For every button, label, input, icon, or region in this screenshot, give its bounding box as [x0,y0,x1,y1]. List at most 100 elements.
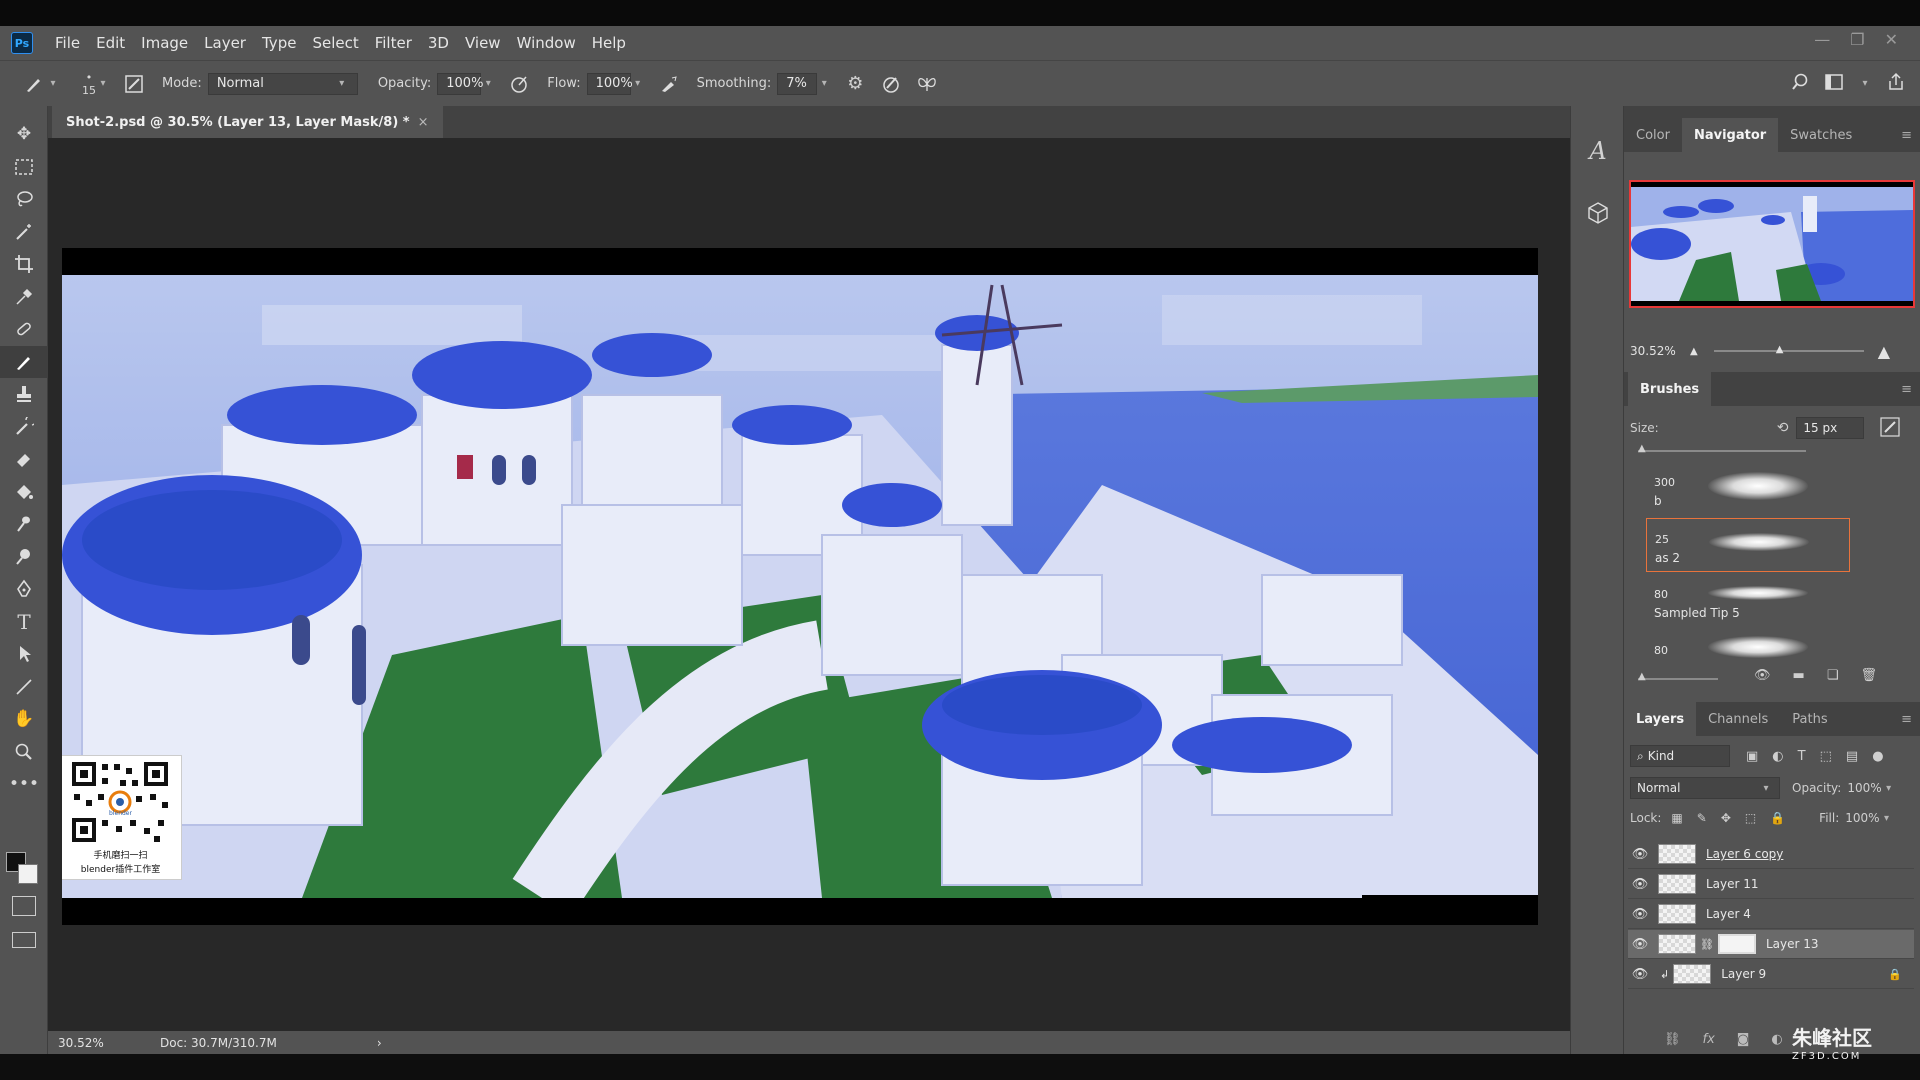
flow-input[interactable]: 100% [586,72,633,95]
brush-settings-icon[interactable] [122,72,146,96]
mode-select[interactable]: Normal ▾ [207,72,358,95]
menu-filter[interactable]: Filter [367,26,420,60]
workspace-icon[interactable] [1824,73,1844,95]
tab-navigator[interactable]: Navigator [1681,118,1779,152]
lock-transparent-icon[interactable]: ▦ [1671,811,1682,825]
brush-preset-selected[interactable]: 25 as 2 [1646,518,1850,572]
brush-picker-caret-icon[interactable]: ▾ [96,78,110,89]
menu-edit[interactable]: Edit [88,26,133,60]
slider-handle-icon[interactable]: ▲ [1776,344,1784,355]
add-mask-icon[interactable]: ◙ [1737,1032,1750,1047]
link-layers-icon[interactable]: ⛓ [1664,1032,1681,1047]
smoothing-caret-icon[interactable]: ▾ [817,78,831,89]
tab-paths[interactable]: Paths [1780,702,1839,736]
tab-swatches[interactable]: Swatches [1778,118,1864,152]
crop-tool-icon[interactable] [0,248,48,281]
screen-mode-icon[interactable] [12,932,36,948]
brush-preset[interactable]: 300 b [1646,462,1850,516]
tab-channels[interactable]: Channels [1696,702,1780,736]
menu-image[interactable]: Image [133,26,196,60]
visibility-eye-icon[interactable]: 👁 [1628,907,1652,922]
layer-row[interactable]: 👁 Layer 6 copy [1628,840,1914,869]
brush-tool-icon[interactable] [0,345,48,378]
new-brush-page-icon[interactable]: ❏ [1827,668,1839,683]
quick-mask-icon[interactable] [12,896,36,916]
hand-tool-icon[interactable]: ✋ [0,703,48,736]
smudge-tool-icon[interactable] [0,508,48,541]
filter-pixel-icon[interactable]: ▣ [1746,749,1758,764]
menu-type[interactable]: Type [254,26,304,60]
menu-select[interactable]: Select [304,26,366,60]
background-color-swatch[interactable] [18,864,38,884]
document-tab[interactable]: Shot-2.psd @ 30.5% (Layer 13, Layer Mask… [52,106,443,138]
zoom-out-icon[interactable]: ▲ [1690,346,1698,357]
zoom-in-icon[interactable]: ▲ [1878,342,1890,361]
smoothing-settings-gear-icon[interactable]: ⚙ [843,72,867,96]
brush-preview-size-slider[interactable]: ▲ [1638,671,1718,682]
dodge-tool-icon[interactable] [0,541,48,574]
status-zoom[interactable]: 30.52% [58,1036,128,1050]
tool-preset-caret-icon[interactable]: ▾ [46,78,60,89]
photoshop-logo[interactable]: Ps [11,32,33,54]
fill-caret-icon[interactable]: ▾ [1880,813,1894,824]
layer-opacity-value[interactable]: 100% [1847,781,1881,795]
menu-help[interactable]: Help [584,26,634,60]
filter-shape-icon[interactable]: ⬚ [1820,749,1832,764]
minimize-icon[interactable]: — [1814,30,1830,49]
layer-row-selected[interactable]: 👁 ⛓ Layer 13 [1628,930,1914,959]
symmetry-butterfly-icon[interactable] [915,72,939,96]
restore-icon[interactable]: ❐ [1850,30,1864,49]
layer-row[interactable]: 👁 Layer 11 [1628,870,1914,899]
brush-slider-handle-icon[interactable]: ▲ [1638,443,1646,454]
close-tab-icon[interactable]: × [418,115,429,130]
lock-artboard-icon[interactable]: ⬚ [1745,811,1756,825]
eraser-tool-icon[interactable] [0,443,48,476]
tab-color[interactable]: Color [1624,118,1682,152]
tab-brushes[interactable]: Brushes [1628,372,1712,406]
brush-preset[interactable]: 80 [1646,630,1850,666]
navigator-zoom-value[interactable]: 30.52% [1630,344,1686,358]
pressure-size-icon[interactable] [879,72,903,96]
new-brush-icon[interactable] [1880,416,1901,440]
mask-link-icon[interactable]: ⛓ [1700,938,1714,951]
panel-menu-icon[interactable]: ≡ [1901,128,1912,143]
type-tool-icon[interactable]: T [0,606,48,639]
visibility-eye-icon[interactable]: 👁 [1628,877,1652,892]
more-tools-icon[interactable]: ••• [0,768,48,801]
share-icon[interactable] [1886,72,1906,96]
eyedropper-tool-icon[interactable] [0,281,48,314]
layer-row[interactable]: 👁 ↲ Layer 9 🔒 [1628,960,1914,989]
brush-size-picker[interactable]: • 15 [82,71,96,97]
blend-mode-select[interactable]: Normal ▾ [1630,777,1780,799]
menu-view[interactable]: View [457,26,509,60]
lock-position-icon[interactable]: ✥ [1721,811,1731,825]
filter-type-icon[interactable]: T [1798,749,1806,764]
pen-tool-icon[interactable] [0,573,48,606]
layers-menu-icon[interactable]: ≡ [1901,712,1912,727]
workspace-caret-icon[interactable]: ▾ [1858,78,1872,89]
reset-size-icon[interactable]: ⟲ [1777,420,1789,436]
close-icon[interactable]: ✕ [1885,30,1898,49]
visibility-eye-icon[interactable]: 👁 [1628,937,1652,952]
brush-size-slider[interactable]: ▲ [1638,443,1806,454]
move-tool-icon[interactable]: ✥ [0,118,48,151]
path-selection-tool-icon[interactable] [0,638,48,671]
menu-file[interactable]: File [47,26,88,60]
layer-kind-select[interactable]: ⌕ Kind [1630,745,1730,767]
layer-row[interactable]: 👁 Layer 4 [1628,900,1914,929]
menu-layer[interactable]: Layer [196,26,254,60]
zoom-tool-icon[interactable] [0,736,48,769]
fx-icon[interactable]: fx [1703,1032,1715,1047]
filter-toggle-icon[interactable]: ● [1872,749,1883,764]
lock-all-icon[interactable]: 🔒 [1770,811,1785,825]
flow-caret-icon[interactable]: ▾ [631,78,645,89]
fill-value[interactable]: 100% [1845,811,1879,825]
lock-image-icon[interactable]: ✎ [1697,811,1707,825]
new-group-folder-icon[interactable]: ▬ [1793,668,1805,683]
smoothing-input[interactable]: 7% [777,72,818,95]
menu-3d[interactable]: 3D [420,26,457,60]
brush-preview-slider-handle-icon[interactable]: ▲ [1638,671,1646,682]
delete-trash-icon[interactable]: 🗑 [1860,668,1877,683]
3d-panel-icon[interactable] [1571,182,1625,244]
menu-window[interactable]: Window [509,26,584,60]
